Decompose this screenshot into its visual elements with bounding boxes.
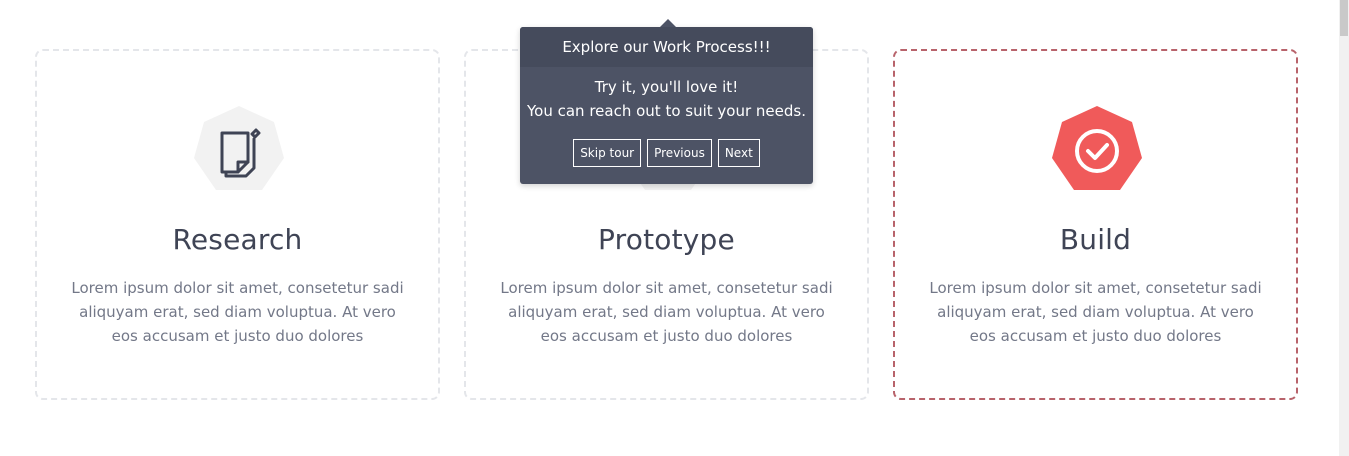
tooltip-line-2: You can reach out to suit your needs. bbox=[527, 102, 806, 120]
card-description: Lorem ipsum dolor sit amet, consetetur s… bbox=[71, 279, 404, 345]
tooltip-arrow bbox=[660, 19, 676, 27]
card-title: Prototype bbox=[598, 223, 735, 256]
tooltip-title: Explore our Work Process!!! bbox=[520, 27, 813, 67]
next-button[interactable]: Next bbox=[717, 139, 760, 167]
skip-tour-button[interactable]: Skip tour bbox=[573, 139, 642, 167]
card-research[interactable]: Research Lorem ipsum dolor sit amet, con… bbox=[35, 49, 440, 400]
card-description: Lorem ipsum dolor sit amet, consetetur s… bbox=[929, 279, 1262, 345]
card-description: Lorem ipsum dolor sit amet, consetetur s… bbox=[500, 279, 833, 345]
previous-button[interactable]: Previous bbox=[647, 139, 712, 167]
note-icon bbox=[192, 104, 286, 198]
tour-tooltip: Explore our Work Process!!! Try it, you'… bbox=[520, 19, 813, 184]
scrollbar-thumb[interactable] bbox=[1340, 0, 1348, 36]
vertical-scrollbar[interactable] bbox=[1339, 0, 1349, 456]
tooltip-buttons: Skip tour Previous Next bbox=[520, 139, 813, 167]
tooltip-line-1: Try it, you'll love it! bbox=[594, 78, 739, 96]
card-build[interactable]: Build Lorem ipsum dolor sit amet, conset… bbox=[893, 49, 1298, 400]
check-circle-icon bbox=[1050, 104, 1144, 198]
card-title: Build bbox=[1059, 223, 1132, 256]
card-title: Research bbox=[172, 223, 303, 256]
tooltip-body: Try it, you'll love it! You can reach ou… bbox=[520, 67, 813, 123]
